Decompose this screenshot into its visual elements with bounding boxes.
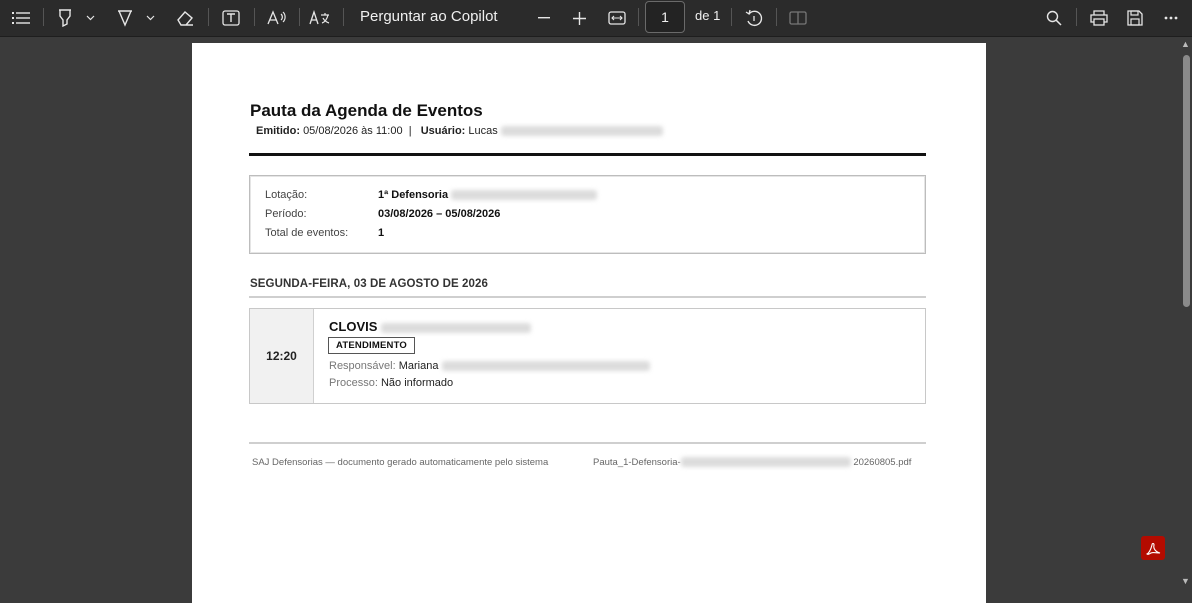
event-card: 12:20 CLOVIS ATENDIMENTO Responsável: Ma… — [249, 308, 926, 404]
periodo-value: 03/08/2026 – 05/08/2026 — [378, 208, 501, 220]
pdf-logo-icon[interactable] — [1141, 536, 1165, 560]
total-value: 1 — [378, 227, 385, 239]
highlight-icon[interactable] — [52, 4, 78, 32]
header-divider — [249, 153, 926, 156]
scroll-up-icon[interactable]: ▲ — [1181, 40, 1190, 49]
total-label: Total de eventos: — [265, 227, 349, 239]
issue-meta: Emitido: 05/08/2026 às 11:00 | Usuário: … — [256, 125, 663, 137]
ask-copilot-button[interactable]: Perguntar ao Copilot — [360, 7, 498, 27]
summary-box: Lotação: 1ª Defensoria Período: 03/08/20… — [249, 175, 926, 254]
more-icon[interactable] — [1158, 4, 1184, 32]
event-responsavel: Responsável: Mariana — [329, 360, 650, 372]
meta-separator: | — [408, 125, 412, 137]
event-time: 12:20 — [250, 309, 314, 403]
translate-icon[interactable] — [307, 4, 333, 32]
event-type-badge: ATENDIMENTO — [328, 337, 415, 354]
erase-icon[interactable] — [172, 4, 198, 32]
rotate-icon[interactable] — [741, 4, 767, 32]
read-aloud-icon[interactable] — [264, 4, 290, 32]
issued-value: 05/08/2026 às 11:00 — [303, 125, 403, 137]
print-icon[interactable] — [1086, 4, 1112, 32]
user-label: Usuário: — [420, 125, 466, 137]
save-icon[interactable] — [1122, 4, 1148, 32]
footer-divider — [249, 442, 926, 444]
lotacao-label: Lotação: — [265, 189, 308, 201]
day-divider — [249, 296, 926, 298]
event-name: CLOVIS — [329, 319, 532, 334]
footer-filename: Pauta_1-Defensoria- 20260805.pdf — [593, 457, 912, 468]
footer-note: SAJ Defensorias — documento gerado autom… — [252, 457, 549, 468]
issued-label: Emitido: — [256, 125, 300, 137]
event-processo: Processo: Não informado — [329, 377, 454, 389]
page-number-input[interactable]: 1 — [645, 1, 685, 33]
search-icon[interactable] — [1041, 4, 1067, 32]
pdf-page: Pauta da Agenda de Eventos Emitido: 05/0… — [192, 43, 986, 603]
contents-icon[interactable] — [8, 4, 34, 32]
page-count-label: de 1 — [695, 8, 721, 23]
redacted-text — [500, 126, 663, 137]
chevron-down-icon[interactable] — [82, 4, 98, 32]
lotacao-value: 1ª Defensoria — [378, 189, 598, 201]
fit-page-icon[interactable] — [604, 4, 630, 32]
day-header: SEGUNDA-FEIRA, 03 DE AGOSTO DE 2026 — [250, 278, 489, 290]
draw-icon[interactable] — [112, 4, 138, 32]
text-box-icon[interactable] — [218, 4, 244, 32]
scroll-down-icon[interactable]: ▼ — [1181, 577, 1190, 586]
document-title: Pauta da Agenda de Eventos — [250, 101, 483, 120]
two-page-icon[interactable] — [786, 4, 810, 32]
pdf-toolbar: Perguntar ao Copilot 1 de 1 — [0, 0, 1192, 37]
zoom-out-icon[interactable] — [533, 4, 555, 32]
periodo-label: Período: — [265, 208, 307, 220]
chevron-down-icon[interactable] — [142, 4, 158, 32]
zoom-in-icon[interactable] — [568, 4, 590, 32]
scrollbar-thumb[interactable] — [1183, 55, 1190, 307]
user-value: Lucas — [468, 125, 498, 137]
